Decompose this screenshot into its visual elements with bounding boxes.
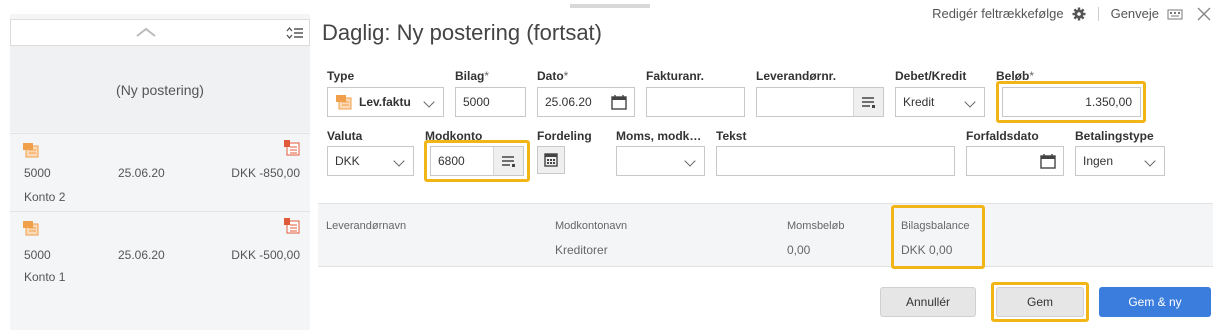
info-panel xyxy=(318,203,1213,267)
sidebar-entry[interactable]: 5000 25.06.20 DKK -500,00 Konto 1 xyxy=(10,211,310,289)
debetkredit-label: Debet/Kredit xyxy=(895,69,967,83)
moms-label: Moms, modk… xyxy=(616,129,702,143)
reorder-fields-link[interactable]: Redigér feltrækkefølge xyxy=(932,6,1064,21)
invoice-icon xyxy=(336,95,352,110)
calendar-icon[interactable] xyxy=(610,94,628,110)
entry-bilag: 5000 xyxy=(24,166,51,180)
sort-icon[interactable] xyxy=(286,25,304,41)
distribution-icon xyxy=(544,153,558,167)
top-links: Redigér feltrækkefølge Genveje xyxy=(932,6,1211,21)
forfaldsdato-label: Forfaldsdato xyxy=(966,129,1039,143)
chevron-down-icon xyxy=(684,155,696,167)
entry-bilag: 5000 xyxy=(24,248,51,262)
sidebar-header xyxy=(10,19,310,46)
entry-account: Konto 2 xyxy=(24,190,66,204)
bilag-input[interactable]: 5000 xyxy=(455,87,526,117)
dato-input[interactable]: 25.06.20 xyxy=(537,87,635,117)
type-label: Type xyxy=(327,69,355,83)
fordeling-label: Fordeling xyxy=(537,129,592,143)
chevron-down-icon xyxy=(423,96,435,108)
highlight-modkonto xyxy=(424,140,530,182)
type-value: Lev.faktu xyxy=(359,95,411,109)
dato-value: 25.06.20 xyxy=(545,95,592,109)
leverandornr-input[interactable] xyxy=(756,87,884,117)
moms-select[interactable] xyxy=(616,146,705,176)
sidebar-entry[interactable]: 5000 25.06.20 DKK -850,00 Konto 2 xyxy=(10,133,310,211)
highlight-bilagsbalance xyxy=(891,205,985,269)
entry-date: 25.06.20 xyxy=(118,248,165,262)
debetkredit-value: Kredit xyxy=(903,95,935,109)
betalingstype-label: Betalingstype xyxy=(1075,129,1154,143)
cancel-button[interactable]: Annullér xyxy=(880,287,976,317)
momsbelob-value: 0,00 xyxy=(787,243,811,257)
valuta-value: DKK xyxy=(335,154,360,168)
divider xyxy=(1097,6,1099,21)
entry-account: Konto 1 xyxy=(24,270,66,284)
tekst-label: Tekst xyxy=(716,129,747,143)
fakturanr-label: Fakturanr. xyxy=(646,69,705,83)
lookup-button[interactable] xyxy=(853,88,883,116)
calendar-icon[interactable] xyxy=(1039,153,1057,169)
shortcuts-link[interactable]: Genveje xyxy=(1111,6,1159,21)
bilag-label: Bilag* xyxy=(455,69,490,83)
new-entry-label: (Ny postering) xyxy=(116,82,204,98)
document-flag-icon xyxy=(284,218,300,234)
invoice-icon xyxy=(23,221,39,236)
page-title: Daglig: Ny postering (fortsat) xyxy=(322,20,602,45)
invoice-icon xyxy=(23,143,39,158)
type-select[interactable]: Lev.faktu xyxy=(327,87,444,117)
fakturanr-input[interactable] xyxy=(646,87,745,117)
entry-amount: DKK -850,00 xyxy=(231,166,300,180)
gear-icon[interactable] xyxy=(1072,7,1086,21)
highlight-belob xyxy=(996,81,1146,123)
dato-label: Dato* xyxy=(537,69,569,83)
tekst-input[interactable] xyxy=(716,146,955,176)
leverandornavn-label: Leverandørnavn xyxy=(326,220,407,232)
keyboard-icon[interactable] xyxy=(1167,8,1183,20)
list-lookup-icon xyxy=(861,97,875,108)
valuta-label: Valuta xyxy=(327,129,363,143)
leverandornr-label: Leverandørnr. xyxy=(756,69,837,83)
highlight-save xyxy=(991,282,1089,322)
close-icon[interactable] xyxy=(1197,7,1211,21)
drag-handle[interactable] xyxy=(570,4,650,8)
betalingstype-value: Ingen xyxy=(1083,154,1114,168)
chevron-down-icon xyxy=(393,155,405,167)
save-and-new-button[interactable]: Gem & ny xyxy=(1099,287,1211,317)
forfaldsdato-input[interactable] xyxy=(966,146,1064,176)
valuta-select[interactable]: DKK xyxy=(327,146,414,176)
modkontonavn-value: Kreditorer xyxy=(555,243,608,257)
entry-amount: DKK -500,00 xyxy=(231,248,300,262)
chevron-down-icon xyxy=(1144,155,1156,167)
entry-date: 25.06.20 xyxy=(118,166,165,180)
document-flag-icon xyxy=(284,140,300,156)
chevron-up-icon[interactable] xyxy=(135,26,157,38)
chevron-down-icon xyxy=(964,96,976,108)
momsbelob-label: Momsbeløb xyxy=(787,220,845,232)
betalingstype-select[interactable]: Ingen xyxy=(1075,146,1165,176)
debetkredit-select[interactable]: Kredit xyxy=(895,87,985,117)
modkontonavn-label: Modkontonavn xyxy=(555,220,628,232)
fordeling-button[interactable] xyxy=(537,146,565,174)
